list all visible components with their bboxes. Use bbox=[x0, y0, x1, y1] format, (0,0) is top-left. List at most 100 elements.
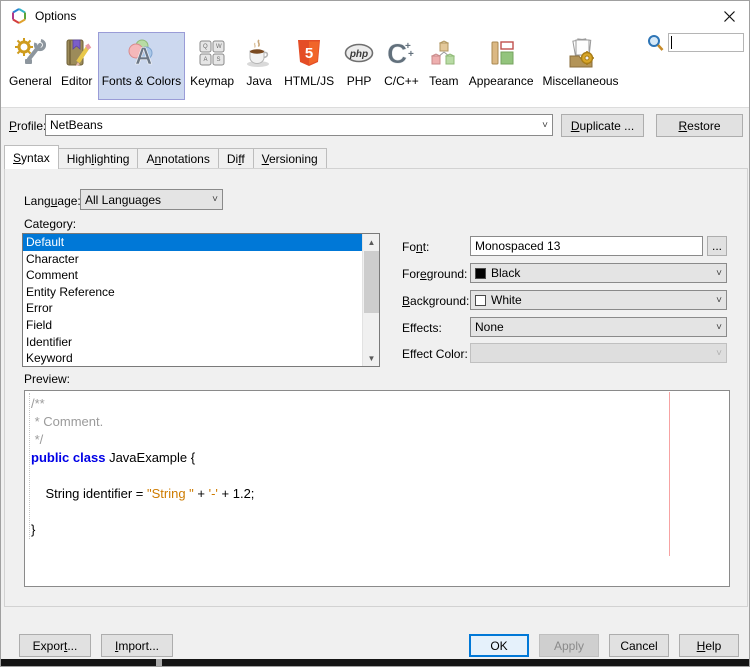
toolbar-item-java[interactable]: Java bbox=[239, 32, 279, 100]
fonts-colors-icon: A bbox=[125, 37, 157, 69]
cpp-icon: C + + bbox=[385, 37, 417, 69]
toolbar-item-label: Java bbox=[246, 74, 271, 88]
category-scrollbar[interactable]: ▲ ▼ bbox=[362, 234, 379, 366]
language-value: All Languages bbox=[85, 193, 161, 207]
keymap-icon: QW AS bbox=[196, 37, 228, 69]
right-margin-line bbox=[669, 392, 670, 556]
code-folding-margin bbox=[29, 393, 30, 539]
language-combobox[interactable]: All Languages ˅ bbox=[80, 189, 223, 210]
toolbar-item-ccpp[interactable]: C + + C/C++ bbox=[380, 32, 423, 100]
code-line bbox=[31, 467, 254, 485]
search-input[interactable] bbox=[668, 33, 744, 52]
tab-strip: Syntax Highlighting Annotations Diff Ver… bbox=[4, 145, 326, 169]
svg-text:php: php bbox=[349, 49, 368, 60]
toolbar-item-keymap[interactable]: QW AS Keymap bbox=[186, 32, 238, 100]
category-list: Default Character Comment Entity Referen… bbox=[23, 234, 362, 366]
profile-combobox[interactable]: NetBeans ˅ bbox=[45, 114, 553, 136]
tab-versioning[interactable]: Versioning bbox=[253, 148, 327, 169]
svg-text:Q: Q bbox=[203, 44, 208, 50]
toolbar-item-label: Fonts & Colors bbox=[102, 74, 181, 88]
foreground-label: Foreground: bbox=[402, 267, 467, 281]
toolbar-item-htmljs[interactable]: 5 HTML/JS bbox=[280, 32, 338, 100]
svg-text:W: W bbox=[216, 44, 222, 50]
effects-value: None bbox=[475, 320, 504, 334]
ok-button[interactable]: OK bbox=[469, 634, 529, 657]
font-label: Font: bbox=[402, 240, 429, 254]
toolbar-item-team[interactable]: Team bbox=[424, 32, 464, 100]
window-title: Options bbox=[35, 9, 76, 23]
background-window-notch bbox=[156, 659, 162, 666]
options-dialog: Options General bbox=[0, 0, 750, 667]
effects-combobox[interactable]: None ˅ bbox=[470, 317, 727, 337]
profile-value: NetBeans bbox=[50, 118, 103, 132]
help-button[interactable]: Help bbox=[679, 634, 739, 657]
code-line: * Comment. bbox=[31, 413, 254, 431]
background-label: Background: bbox=[402, 294, 469, 308]
toolbar-item-editor[interactable]: Editor bbox=[57, 32, 97, 100]
foreground-value: Black bbox=[491, 266, 520, 280]
toolbar-item-php[interactable]: php PHP bbox=[339, 32, 379, 100]
toolbar-item-label: C/C++ bbox=[384, 74, 419, 88]
duplicate-button[interactable]: Duplicate ... bbox=[561, 114, 644, 137]
export-button[interactable]: Export... bbox=[19, 634, 91, 657]
miscellaneous-icon bbox=[565, 37, 597, 69]
background-value: White bbox=[491, 293, 522, 307]
chevron-down-icon: ˅ bbox=[716, 268, 722, 279]
scroll-up-icon[interactable]: ▲ bbox=[363, 234, 380, 250]
list-item-character[interactable]: Character bbox=[23, 251, 362, 268]
background-combobox[interactable]: White ˅ bbox=[470, 290, 727, 310]
toolbar-item-label: HTML/JS bbox=[284, 74, 334, 88]
tab-highlighting[interactable]: Highlighting bbox=[58, 148, 139, 169]
chevron-down-icon: ˅ bbox=[212, 194, 218, 205]
title-bar[interactable]: Options bbox=[1, 1, 749, 31]
code-line: /** bbox=[31, 395, 254, 413]
text-caret bbox=[671, 36, 672, 49]
list-item-field[interactable]: Field bbox=[23, 317, 362, 334]
search-area bbox=[647, 33, 744, 52]
chevron-down-icon: ˅ bbox=[716, 322, 722, 333]
svg-text:+: + bbox=[408, 49, 414, 60]
apply-button: Apply bbox=[539, 634, 599, 657]
general-icon bbox=[14, 37, 46, 69]
list-item-keyword[interactable]: Keyword bbox=[23, 350, 362, 366]
category-listbox[interactable]: Default Character Comment Entity Referen… bbox=[22, 233, 380, 367]
tab-diff[interactable]: Diff bbox=[218, 148, 254, 169]
scrollbar-thumb[interactable] bbox=[364, 251, 379, 313]
toolbar-item-general[interactable]: General bbox=[5, 32, 56, 100]
code-line: */ bbox=[31, 431, 254, 449]
toolbar-item-miscellaneous[interactable]: Miscellaneous bbox=[539, 32, 623, 100]
language-label: Language: bbox=[24, 194, 81, 208]
import-button[interactable]: Import... bbox=[101, 634, 173, 657]
toolbar-item-appearance[interactable]: Appearance bbox=[465, 32, 538, 100]
scroll-down-icon[interactable]: ▼ bbox=[363, 350, 380, 366]
tab-syntax[interactable]: Syntax bbox=[4, 145, 59, 169]
category-label: Category: bbox=[24, 217, 76, 231]
svg-text:5: 5 bbox=[305, 45, 313, 62]
close-icon bbox=[724, 11, 735, 22]
cancel-button[interactable]: Cancel bbox=[609, 634, 669, 657]
toolbar-item-label: Editor bbox=[61, 74, 92, 88]
chevron-down-icon: ˅ bbox=[716, 348, 722, 359]
team-icon bbox=[428, 37, 460, 69]
font-browse-button[interactable]: ... bbox=[707, 236, 727, 256]
toolbar-item-label: Miscellaneous bbox=[543, 74, 619, 88]
list-item-default[interactable]: Default bbox=[23, 234, 362, 251]
profile-label: Profile: bbox=[9, 119, 46, 133]
tab-annotations[interactable]: Annotations bbox=[137, 148, 218, 169]
list-item-error[interactable]: Error bbox=[23, 300, 362, 317]
list-item-entity-reference[interactable]: Entity Reference bbox=[23, 284, 362, 301]
effects-label: Effects: bbox=[402, 321, 442, 335]
list-item-identifier[interactable]: Identifier bbox=[23, 334, 362, 351]
close-button[interactable] bbox=[709, 1, 749, 31]
preview-label: Preview: bbox=[24, 372, 70, 386]
list-item-comment[interactable]: Comment bbox=[23, 267, 362, 284]
foreground-combobox[interactable]: Black ˅ bbox=[470, 263, 727, 283]
svg-text:A: A bbox=[135, 43, 152, 69]
chevron-down-icon: ˅ bbox=[542, 120, 548, 131]
netbeans-logo-icon bbox=[11, 8, 27, 24]
search-icon bbox=[647, 34, 664, 52]
font-field[interactable]: Monospaced 13 bbox=[470, 236, 703, 256]
restore-button[interactable]: Restore bbox=[656, 114, 743, 137]
chevron-down-icon: ˅ bbox=[716, 295, 722, 306]
toolbar-item-fonts-colors[interactable]: A Fonts & Colors bbox=[98, 32, 185, 100]
